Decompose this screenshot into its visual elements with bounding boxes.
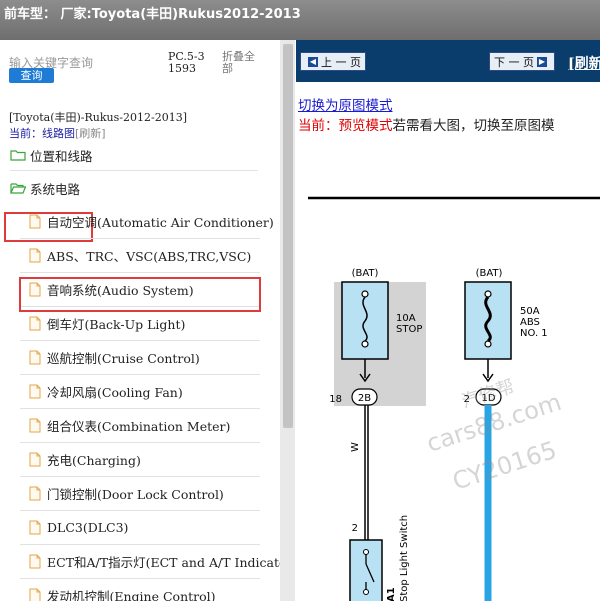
right-fuse-name2: NO. 1 (520, 328, 548, 339)
file-icon (29, 486, 41, 500)
folder-icon (10, 150, 26, 161)
circuit-list-item[interactable]: 倒车灯(Back-Up Light) (29, 310, 185, 336)
divider (10, 170, 258, 171)
scrollbar-thumb[interactable] (283, 44, 293, 428)
tree-folder-label: 位置和线路 (30, 148, 93, 164)
divider (20, 272, 260, 273)
right-fuse-name1: ABS (520, 317, 540, 328)
circuit-item-label: 巡航控制(Cruise Control) (47, 350, 200, 366)
circuit-list-item[interactable]: ABS、TRC、VSC(ABS,TRC,VSC) (29, 242, 251, 268)
circuit-item-label: 倒车灯(Back-Up Light) (47, 316, 186, 332)
divider (20, 476, 260, 477)
switch-ref: A1 (386, 587, 397, 601)
file-icon (29, 520, 41, 534)
left-supply-label: (BAT) (352, 268, 379, 279)
file-icon (29, 248, 41, 262)
viewer-navbar: ◀ 上 一 页 下 一 页 ▶ [刷新 (296, 40, 600, 82)
circuit-list-item[interactable]: 组合仪表(Combination Meter) (29, 412, 230, 438)
window-title: 前车型： 厂家:Toyota(丰田)Rukus2012-2013 (4, 7, 301, 22)
circuit-item-label: 充电(Charging) (47, 452, 141, 468)
file-icon (29, 588, 41, 601)
wiring-diagram: (BAT) 10A STOP 18 2B W 2 1 A1 Stop Light… (308, 196, 600, 601)
next-page-label: 下 一 页 (494, 55, 534, 69)
previous-page-button[interactable]: ◀ 上 一 页 (300, 52, 366, 71)
circuit-item-label: ECT和A/T指示灯(ECT and A/T Indicator) (47, 554, 280, 570)
circuit-list-item[interactable]: 充电(Charging) (29, 446, 141, 472)
left-pin-number: 18 (329, 394, 342, 405)
folder-open-icon (10, 183, 26, 194)
mode-current: 当前：预览模式 (298, 118, 393, 134)
circuit-list-item[interactable]: DLC3(DLC3) (29, 514, 128, 540)
mode-hint: 若需看大图，切换至原图模 (392, 118, 555, 134)
divider (20, 510, 260, 511)
circuit-item-label: DLC3(DLC3) (47, 519, 129, 535)
circuit-list-item[interactable]: 冷却风扇(Cooling Fan) (29, 378, 183, 404)
tree-folder-label: 系统电路 (30, 181, 81, 197)
divider (20, 578, 260, 579)
breadcrumb: [Toyota(丰田)-Rukus-2012-2013] (9, 111, 187, 124)
circuit-list-item[interactable]: 发动机控制(Engine Control) (29, 582, 216, 601)
circuit-item-label: 组合仪表(Combination Meter) (47, 418, 231, 434)
left-connector-id: 2B (358, 393, 371, 404)
divider (20, 340, 260, 341)
divider (20, 374, 260, 375)
query-button[interactable]: 查询 (9, 68, 54, 83)
refresh-link[interactable]: [刷新] (75, 127, 106, 140)
watermark: 汽修帮 cars88.com CY20165 (423, 376, 565, 496)
file-icon (29, 316, 41, 330)
circuit-list-item[interactable]: 巡航控制(Cruise Control) (29, 344, 200, 370)
viewer-refresh-link[interactable]: [刷新 (568, 53, 600, 73)
divider (20, 408, 260, 409)
left-fuse-name: STOP (396, 324, 422, 335)
circuit-item-label: 门锁控制(Door Lock Control) (47, 486, 224, 502)
file-icon (29, 418, 41, 432)
circuit-item-label: 冷却风扇(Cooling Fan) (47, 384, 183, 400)
file-icon (29, 452, 41, 466)
collapse-all-link[interactable]: 折叠全部 (222, 51, 264, 75)
switch-name: Stop Light Switch (399, 515, 410, 601)
window-title-bar: 前车型： 厂家:Toyota(丰田)Rukus2012-2013 (0, 0, 600, 40)
circuit-item-label: ABS、TRC、VSC(ABS,TRC,VSC) (47, 248, 252, 264)
current-label: 当前：线路图 (9, 127, 75, 140)
file-icon (29, 384, 41, 398)
file-icon (29, 214, 41, 228)
switch-pin-top: 2 (352, 523, 358, 534)
circuit-list-item[interactable]: 自动空调(Automatic Air Conditioner) (29, 208, 274, 234)
pc-code: PC.5-31593 (168, 50, 205, 75)
diagram-viewer: ◀ 上 一 页 下 一 页 ▶ [刷新 切换为原图模式 当前：预览模式若需看大图… (296, 40, 600, 601)
arrow-left-icon: ◀ (308, 56, 318, 67)
previous-page-label: 上 一 页 (321, 55, 361, 69)
mode-status: 当前：预览模式若需看大图，切换至原图模 (298, 114, 555, 134)
switch-original-mode-link[interactable]: 切换为原图模式 (298, 94, 393, 114)
current-location: 当前：线路图[刷新] (9, 125, 106, 141)
wire-color-label: W (350, 442, 361, 452)
tree-folder-location[interactable]: 位置和线路 (10, 142, 93, 168)
divider (20, 544, 260, 545)
next-page-button[interactable]: 下 一 页 ▶ (489, 52, 555, 71)
sidebar: 输入关键字查询 查询 PC.5-31593 折叠全部 [Toyota(丰田)-R… (0, 40, 280, 601)
circuit-item-label: 发动机控制(Engine Control) (47, 588, 216, 601)
circuit-list-item[interactable]: 门锁控制(Door Lock Control) (29, 480, 224, 506)
circuit-item-label: 自动空调(Automatic Air Conditioner) (47, 214, 274, 230)
tree-folder-system-circuits[interactable]: 系统电路 (10, 175, 80, 201)
circuit-list-item[interactable]: ECT和A/T指示灯(ECT and A/T Indicator) (29, 548, 280, 574)
right-supply-label: (BAT) (476, 268, 503, 279)
arrow-right-icon: ▶ (537, 56, 547, 67)
divider (20, 442, 260, 443)
file-icon (29, 554, 41, 568)
right-fuse-rating: 50A (520, 306, 540, 317)
file-icon (29, 350, 41, 364)
left-fuse-rating: 10A (396, 313, 416, 324)
highlight-box (19, 277, 261, 312)
divider (20, 238, 260, 239)
